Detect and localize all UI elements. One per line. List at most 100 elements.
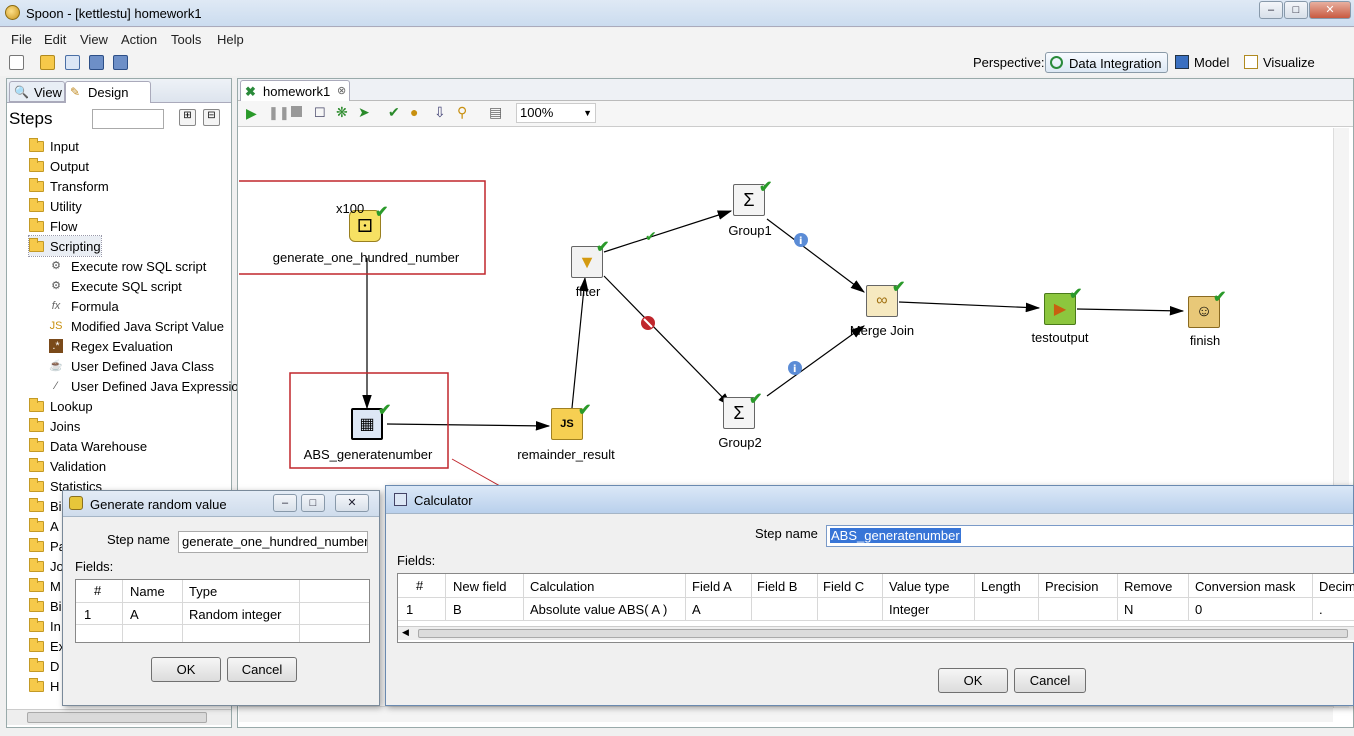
column-header[interactable]: Type xyxy=(189,584,217,599)
table-cell[interactable]: 0 xyxy=(1195,602,1202,617)
tree-folder-joins[interactable]: Joins xyxy=(29,416,80,436)
column-header[interactable]: Field C xyxy=(823,579,864,594)
step-name-input[interactable]: generate_one_hundred_number xyxy=(178,531,368,553)
tree-step-udje[interactable]: ⁄ User Defined Java Expressio xyxy=(49,376,239,396)
save-icon[interactable] xyxy=(89,55,104,70)
node-label-group1[interactable]: Group1 xyxy=(728,223,771,238)
scroll-left-icon[interactable]: ◀ xyxy=(402,627,409,638)
perspective-data-integration[interactable]: Data Integration xyxy=(1045,52,1168,73)
tab-homework1[interactable]: ✖ homework1 ⊗ xyxy=(240,80,350,101)
table-cell[interactable]: Random integer xyxy=(189,607,282,622)
column-header[interactable]: # xyxy=(416,578,423,593)
column-header[interactable]: Precision xyxy=(1045,579,1098,594)
menu-file[interactable]: File xyxy=(11,32,32,47)
column-header[interactable]: Field B xyxy=(757,579,797,594)
column-header[interactable]: Conversion mask xyxy=(1195,579,1295,594)
impact-icon[interactable]: ● xyxy=(410,104,418,120)
node-label-filter[interactable]: filter xyxy=(576,284,601,299)
minimize-button[interactable]: – xyxy=(273,494,297,512)
hop-testoutput-to-finish[interactable] xyxy=(1076,305,1185,316)
tree-folder-flow[interactable]: Flow xyxy=(29,216,77,236)
canvas-horizontal-scrollbar[interactable] xyxy=(239,706,1333,722)
table-cell[interactable]: A xyxy=(692,602,701,617)
menu-edit[interactable]: Edit xyxy=(44,32,66,47)
perspective-visualize[interactable]: Visualize xyxy=(1263,55,1315,70)
scrollbar-thumb[interactable] xyxy=(418,629,1348,638)
maximize-button[interactable]: □ xyxy=(1284,1,1308,19)
tree-step-modified-js[interactable]: JS Modified Java Script Value xyxy=(49,316,224,336)
tree-folder[interactable]: Jo xyxy=(29,556,64,576)
tree-folder-input[interactable]: Input xyxy=(29,136,79,156)
menu-view[interactable]: View xyxy=(80,32,108,47)
tree-folder[interactable]: In xyxy=(29,616,61,636)
step-name-input[interactable]: ABS_generatenumber xyxy=(826,525,1354,547)
hop-group1-to-merge[interactable] xyxy=(766,218,865,293)
tree-folder-transform[interactable]: Transform xyxy=(29,176,109,196)
column-header[interactable]: # xyxy=(94,583,101,598)
close-button[interactable]: ✕ xyxy=(1309,1,1351,19)
collapse-all-icon[interactable]: ⊟ xyxy=(203,109,220,126)
column-header[interactable]: Length xyxy=(981,579,1021,594)
expand-all-icon[interactable]: ⊞ xyxy=(179,109,196,126)
column-header[interactable]: Calculation xyxy=(530,579,594,594)
steps-search-input[interactable] xyxy=(92,109,164,129)
tree-step-execute-sql[interactable]: ⚙ Execute SQL script xyxy=(49,276,182,296)
sql-icon[interactable]: ⇩ xyxy=(434,104,446,121)
pause-icon[interactable]: ❚❚ xyxy=(268,105,290,121)
show-results-icon[interactable]: ▤ xyxy=(489,104,502,121)
steps-horizontal-scrollbar[interactable] xyxy=(7,709,231,725)
node-label-finish[interactable]: finish xyxy=(1190,333,1220,348)
table-cell[interactable]: B xyxy=(453,602,462,617)
zoom-select[interactable]: 100% ▼ xyxy=(516,103,596,123)
run-icon[interactable]: ▶ xyxy=(246,105,257,122)
node-label-abs[interactable]: ABS_generatenumber xyxy=(304,447,433,462)
column-header[interactable]: Value type xyxy=(889,579,949,594)
debug-icon[interactable]: ❋ xyxy=(336,104,348,121)
perspective-model[interactable]: Model xyxy=(1194,55,1229,70)
tree-folder-utility[interactable]: Utility xyxy=(29,196,82,216)
minimize-button[interactable]: – xyxy=(1259,1,1283,19)
cancel-button[interactable]: Cancel xyxy=(1014,668,1086,693)
hop-merge-to-testoutput[interactable] xyxy=(898,301,1041,313)
tree-folder-lookup[interactable]: Lookup xyxy=(29,396,93,416)
tree-folder[interactable]: Bi xyxy=(29,496,62,516)
fields-table[interactable]: # Name Type 1 A Random integer xyxy=(75,579,370,643)
hop-filter-to-group2[interactable] xyxy=(603,275,732,407)
table-cell[interactable]: N xyxy=(1124,602,1133,617)
tree-folder[interactable]: H xyxy=(29,676,59,696)
menu-help[interactable]: Help xyxy=(217,32,244,47)
hop-abs-to-remainder[interactable] xyxy=(386,421,551,431)
preview-icon[interactable]: ☐ xyxy=(314,105,326,121)
tree-step-regex[interactable]: .* Regex Evaluation xyxy=(49,336,173,356)
column-header[interactable]: New field xyxy=(453,579,506,594)
tab-design[interactable]: ✎ Design xyxy=(65,81,151,103)
close-button[interactable]: ✕ xyxy=(335,494,369,512)
tree-folder-data-warehouse[interactable]: Data Warehouse xyxy=(29,436,147,456)
node-label-group2[interactable]: Group2 xyxy=(718,435,761,450)
stop-icon[interactable] xyxy=(291,106,302,117)
node-label-remainder[interactable]: remainder_result xyxy=(517,447,615,462)
tree-folder[interactable]: M xyxy=(29,576,61,596)
tree-step-udjc[interactable]: ☕ User Defined Java Class xyxy=(49,356,214,376)
tree-folder[interactable]: Ex xyxy=(29,636,65,656)
table-cell[interactable]: Integer xyxy=(889,602,929,617)
replay-icon[interactable]: ➤ xyxy=(358,104,370,121)
column-header[interactable]: Field A xyxy=(692,579,732,594)
table-horizontal-scrollbar[interactable]: ◀ xyxy=(398,626,1354,640)
tree-folder-output[interactable]: Output xyxy=(29,156,89,176)
table-cell[interactable]: Absolute value ABS( A ) xyxy=(530,602,667,617)
node-label-gen[interactable]: generate_one_hundred_number xyxy=(273,250,460,265)
table-cell[interactable]: 1 xyxy=(84,607,91,622)
table-cell[interactable]: A xyxy=(130,607,139,622)
tree-folder[interactable]: D xyxy=(29,656,59,676)
maximize-button[interactable]: □ xyxy=(301,494,325,512)
tree-folder-scripting[interactable]: Scripting xyxy=(28,235,102,257)
save-as-icon[interactable] xyxy=(113,55,128,70)
calculation-table[interactable]: # New field Calculation Field A Field B … xyxy=(397,573,1354,643)
tree-folder[interactable]: Bi xyxy=(29,596,62,616)
ok-button[interactable]: OK xyxy=(151,657,221,682)
explore-repository-icon[interactable] xyxy=(65,55,80,70)
column-header[interactable]: Name xyxy=(130,584,165,599)
menu-tools[interactable]: Tools xyxy=(171,32,201,47)
column-header[interactable]: Remove xyxy=(1124,579,1172,594)
